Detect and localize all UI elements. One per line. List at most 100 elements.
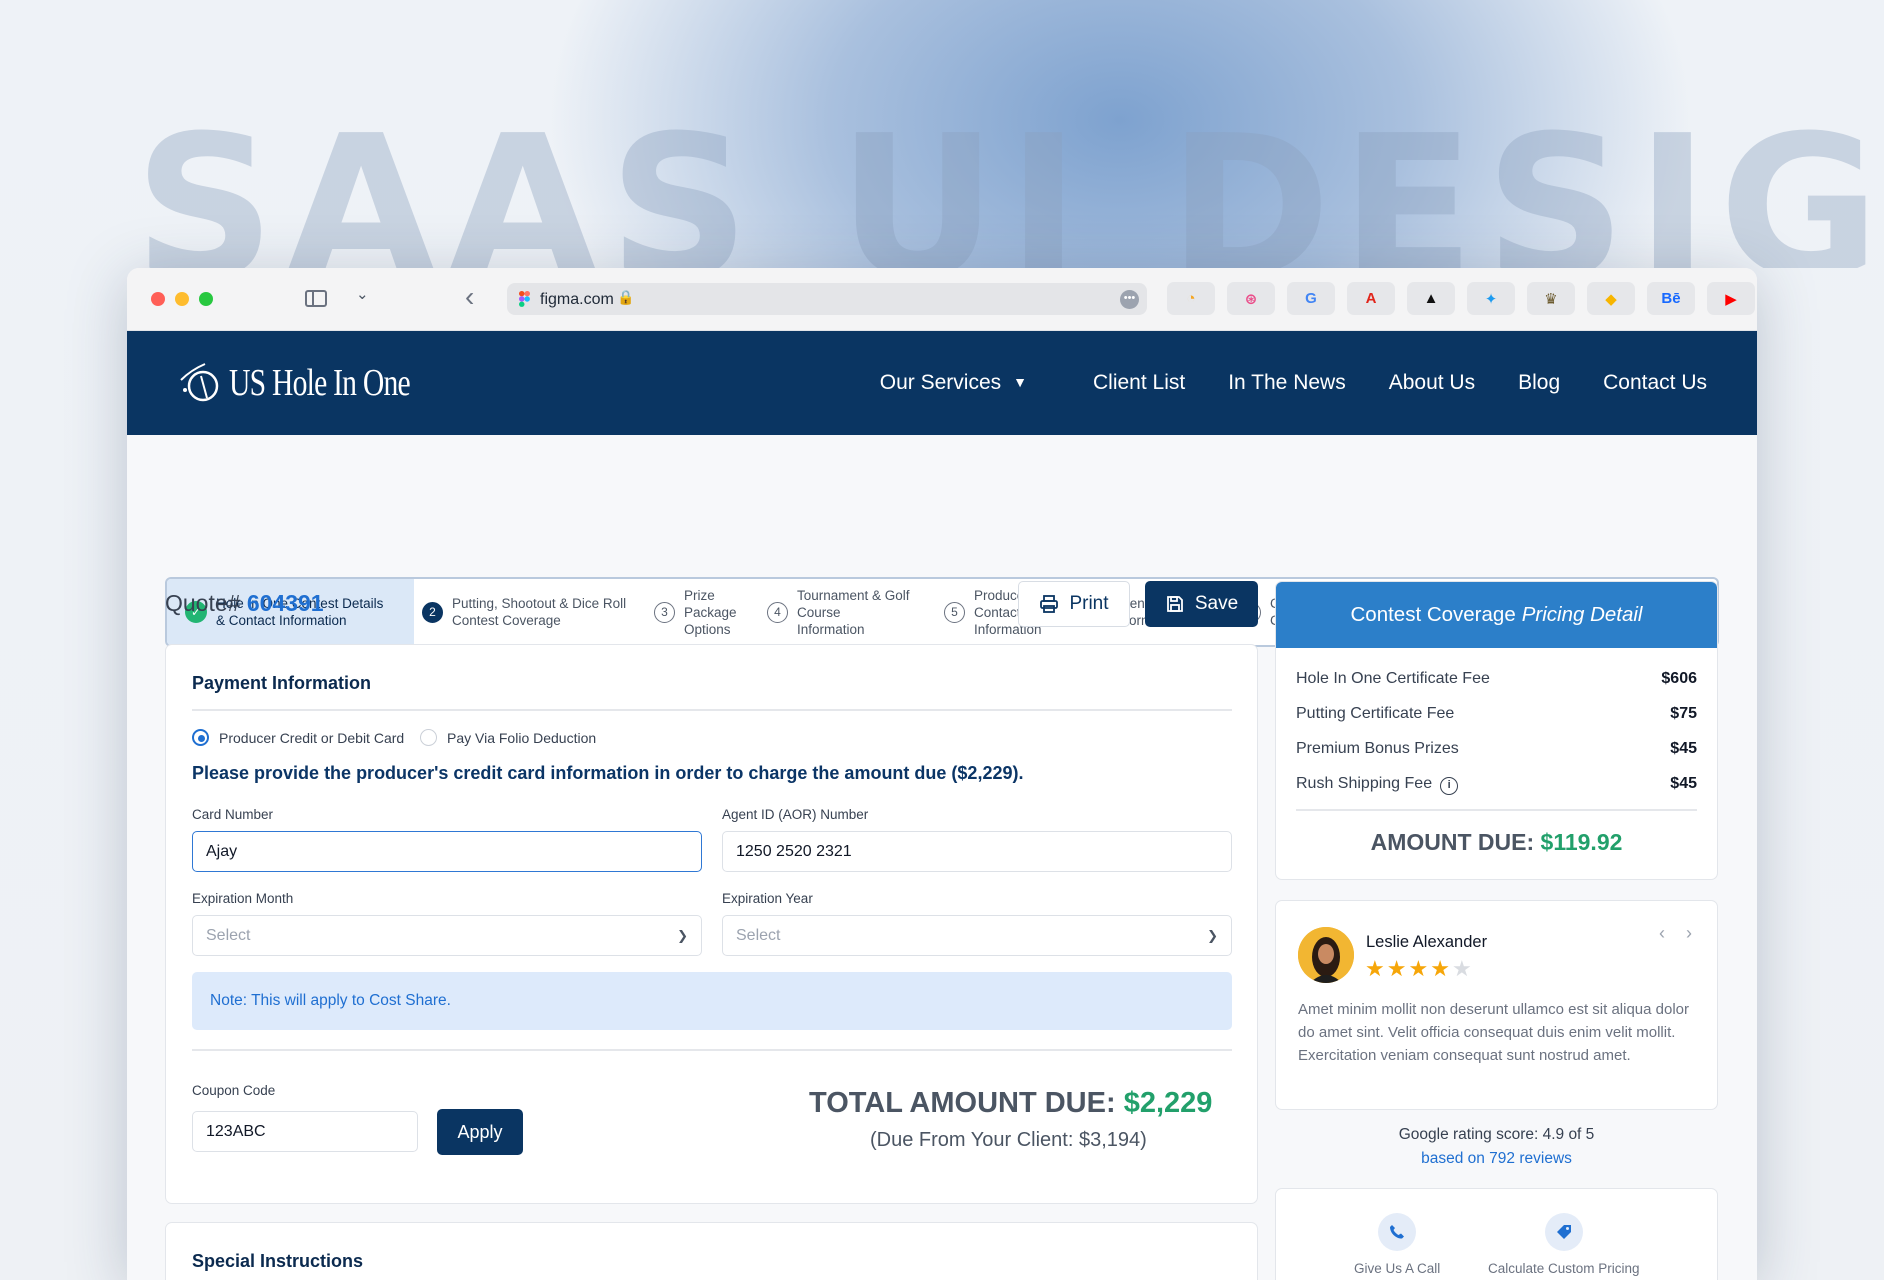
youtube-icon[interactable]: ▶ <box>1707 282 1755 315</box>
step-label-line: Tournament & Golf Course <box>797 587 910 620</box>
adobe-icon[interactable]: A <box>1347 282 1395 315</box>
star-empty-icon: ★ <box>1451 956 1474 981</box>
dribbble-icon[interactable]: ⊛ <box>1227 282 1275 315</box>
nav-our-services[interactable]: Our Services ▼ <box>880 371 1027 395</box>
special-instructions-title: Special Instructions <box>192 1251 364 1271</box>
chrome-icon[interactable]: ◔ <box>1167 282 1215 315</box>
url-text: figma.com <box>540 291 614 308</box>
pricing-title-italic: Pricing Detail <box>1521 603 1643 626</box>
coupon-label: Coupon Code <box>192 1083 276 1098</box>
reviewer-portrait <box>1298 927 1354 983</box>
lock-icon: 🔒 <box>617 289 635 305</box>
price-value: $75 <box>1670 705 1697 722</box>
apply-coupon-button[interactable]: Apply <box>437 1109 523 1155</box>
golf-logo-icon <box>180 363 219 402</box>
logo-text: US Hole In One <box>229 362 411 404</box>
coupon-input[interactable]: 123ABC <box>192 1111 418 1152</box>
payment-title: Payment Information <box>192 673 372 693</box>
total-value: $2,229 <box>1123 1087 1213 1119</box>
google-rating: Google rating score: 4.9 of 5 <box>1398 1126 1595 1143</box>
total-label: TOTAL AMOUNT DUE: <box>809 1087 1116 1119</box>
star-filled-icon: ★ <box>1408 956 1431 981</box>
select-value: Select <box>206 926 251 944</box>
maximize-window-button[interactable] <box>199 292 213 306</box>
chevron-down-icon: ❯ <box>1207 927 1218 943</box>
price-tag-icon <box>1544 1213 1583 1251</box>
pricing-header: Contest Coverage Pricing Detail <box>1276 582 1717 648</box>
step-2[interactable]: 2 Putting, Shootout & Dice Roll Contest Co… <box>414 579 646 645</box>
radio-unchecked-icon <box>420 729 437 746</box>
hero-title: SAAS UI DESIGN <box>134 110 1884 268</box>
more-icon[interactable]: ••• <box>1120 290 1139 309</box>
step-label-line: Putting, Shootout & Dice Roll <box>452 596 627 611</box>
action-label: Give Us A Call <box>1354 1261 1441 1276</box>
action-label: Calculate Custom Pricing <box>1488 1261 1640 1276</box>
nav-client-list[interactable]: Client List <box>1093 371 1185 395</box>
quote-value: 604391 <box>246 590 324 616</box>
browser-toolbar: ⌄ ‹ figma.com 🔒 ••• ◔ ⊛ G A ▲ ✦ ♛ ◆ Bē ▶ <box>127 268 1757 331</box>
sidebar-toggle-icon[interactable] <box>305 290 327 307</box>
due-from-client: (Due From Your Client: $3,194) <box>870 1129 1147 1151</box>
star-rating: ★★★★★ <box>1365 956 1474 982</box>
nav-about-us[interactable]: About Us <box>1389 371 1475 395</box>
step-4[interactable]: 4 Tournament & Golf Course Information <box>759 579 936 645</box>
exp-year-label: Expiration Year <box>722 891 813 906</box>
next-review-icon[interactable]: › <box>1686 923 1692 944</box>
crown-icon[interactable]: ♛ <box>1527 282 1575 315</box>
google-icon[interactable]: G <box>1287 282 1335 315</box>
back-arrow-icon[interactable]: ‹ <box>465 281 474 313</box>
address-bar[interactable]: figma.com 🔒 ••• <box>507 283 1147 315</box>
nav-blog[interactable]: Blog <box>1518 371 1560 395</box>
figma-icon <box>519 291 530 307</box>
price-label: Putting Certificate Fee <box>1296 705 1455 722</box>
nav-label: Our Services <box>879 371 1002 394</box>
nav-in-the-news[interactable]: In The News <box>1228 371 1346 395</box>
printer-icon <box>1040 595 1059 613</box>
input-value: 123ABC <box>206 1122 266 1140</box>
behance-icon[interactable]: Bē <box>1647 282 1695 315</box>
price-label: Premium Bonus Prizes <box>1296 740 1459 757</box>
radio-credit-card[interactable]: Producer Credit or Debit Card <box>192 729 404 746</box>
star-filled-icon: ★ <box>1365 956 1387 981</box>
price-value: $45 <box>1670 775 1697 792</box>
twitter-icon[interactable]: ✦ <box>1467 282 1515 315</box>
agent-id-input[interactable]: 1250 2520 2321 <box>722 831 1232 872</box>
cost-share-note: Note: This will apply to Cost Share. <box>192 972 1232 1030</box>
select-value: Select <box>736 926 781 944</box>
price-label: Rush Shipping Fee <box>1296 775 1433 792</box>
card-number-label: Card Number <box>192 807 274 822</box>
exp-month-label: Expiration Month <box>192 891 294 906</box>
exp-year-select[interactable]: Select ❯ <box>722 915 1232 956</box>
adidas-icon[interactable]: ▲ <box>1407 282 1455 315</box>
google-reviews-link[interactable]: based on 792 reviews <box>1275 1150 1718 1168</box>
calculate-custom-pricing-action[interactable]: Calculate Custom Pricing <box>1488 1213 1640 1276</box>
site-logo[interactable]: US Hole In One <box>177 353 461 413</box>
nav-contact-us[interactable]: Contact Us <box>1603 371 1707 395</box>
step-number: 3 <box>654 601 675 623</box>
step-label: Putting, Shootout & Dice Roll Contest Cov… <box>452 595 626 629</box>
close-window-button[interactable] <box>151 292 165 306</box>
radio-checked-icon <box>192 729 209 746</box>
amount-due: AMOUNT DUE: $119.92 <box>1276 829 1717 856</box>
sketch-icon[interactable]: ◆ <box>1587 282 1635 315</box>
floppy-disk-icon <box>1166 596 1183 612</box>
avatar <box>1298 927 1354 983</box>
agent-id-label: Agent ID (AOR) Number <box>722 807 869 822</box>
minimize-window-button[interactable] <box>175 292 189 306</box>
radio-folio-deduction[interactable]: Pay Via Folio Deduction <box>420 729 596 746</box>
price-value: $45 <box>1670 740 1697 757</box>
step-label: Tournament & Golf Course Information <box>797 587 936 638</box>
previous-review-icon[interactable]: ‹ <box>1659 923 1665 944</box>
chevron-down-icon[interactable]: ⌄ <box>356 285 369 303</box>
quote-number: Quote# 604391 <box>165 590 324 617</box>
step-3[interactable]: 3 Prize Package Options <box>646 579 759 645</box>
price-row: Premium Bonus Prizes $45 <box>1296 740 1697 758</box>
divider <box>192 709 1232 711</box>
card-number-input[interactable]: Ajay <box>192 831 702 872</box>
print-label: Print <box>1069 593 1109 614</box>
give-us-a-call-action[interactable]: Give Us A Call <box>1354 1213 1440 1276</box>
info-icon[interactable]: i <box>1440 777 1459 795</box>
exp-month-select[interactable]: Select ❯ <box>192 915 702 956</box>
print-button[interactable]: Print <box>1018 581 1130 627</box>
save-button[interactable]: Save <box>1145 581 1258 627</box>
